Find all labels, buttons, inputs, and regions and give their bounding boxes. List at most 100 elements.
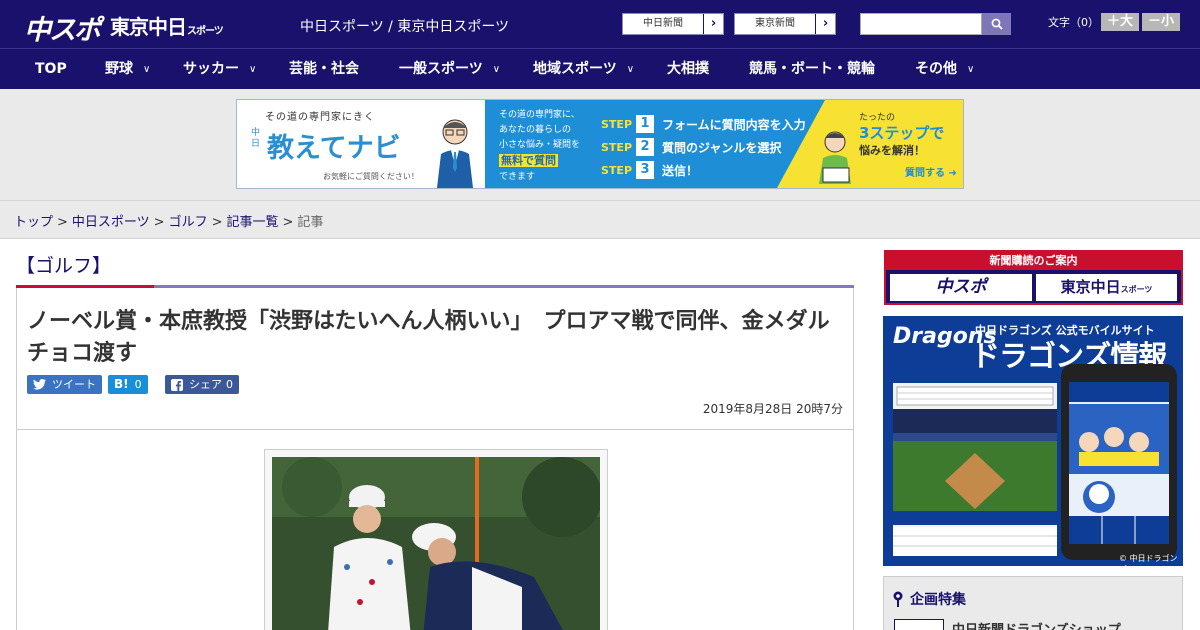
pin-icon xyxy=(893,591,903,607)
nav-label: 一般スポーツ xyxy=(399,61,483,77)
nav-label: 野球 xyxy=(105,61,133,77)
article-photo[interactable] xyxy=(272,457,600,630)
phone-screen xyxy=(1069,382,1169,544)
header-bar: 中スポ 東京中日スポーツ 中日スポーツ / 東京中日スポーツ 中日新聞 › 東京… xyxy=(0,0,1200,48)
chunichi-shimbun-button[interactable]: 中日新聞 › xyxy=(622,13,724,35)
dragons-info-ad[interactable]: Dragons 中日ドラゴンズ 公式モバイルサイト ドラゴンズ情報 © 中日ドラ… xyxy=(883,316,1183,566)
article-date: 2019年8月28日 20時7分 xyxy=(702,402,843,416)
nav-item-baseball[interactable]: 野球 ∨ xyxy=(105,49,150,89)
nav-item-sumo[interactable]: 大相撲 xyxy=(667,49,709,89)
expert-illustration-icon xyxy=(437,119,473,188)
nav-item-soccer[interactable]: サッカー ∨ xyxy=(183,49,256,89)
chevron-down-icon: ∨ xyxy=(626,64,635,75)
nav-item-general-sports[interactable]: 一般スポーツ ∨ xyxy=(399,49,500,89)
facebook-share-label: シェア xyxy=(189,378,222,391)
step-text: 質問のジャンルを選択 xyxy=(662,140,782,155)
hatena-bookmark-button[interactable]: B! 0 xyxy=(108,375,148,394)
oshiete-navi-ad[interactable]: その道の専門家にきく 中日 教えてナビ お気軽にご質問ください！ その道の専門家… xyxy=(236,99,964,189)
ad-brand-panel: その道の専門家にきく 中日 教えてナビ お気軽にご質問ください！ xyxy=(237,100,485,188)
chevron-down-icon: ∨ xyxy=(143,64,151,75)
nav-label: 地域スポーツ xyxy=(533,61,617,77)
feature-title: 企画特集 xyxy=(892,589,966,609)
nav-item-entertainment[interactable]: 芸能・社会 xyxy=(289,49,359,89)
font-size-label: 文字（0） xyxy=(1048,16,1099,29)
step-number: 3 xyxy=(636,161,655,179)
smartphone-illustration xyxy=(1061,364,1177,560)
tokyo-shimbun-button[interactable]: 東京新聞 › xyxy=(734,13,836,35)
tweet-button[interactable]: ツイート xyxy=(27,375,102,394)
nav-item-racing[interactable]: 競馬・ボート・競輪 xyxy=(749,49,875,89)
article-box: ノーベル賞・本庶教授「渋野はたいへん人柄いい」 プロアマ戦で同伴、金メダルチョコ… xyxy=(16,288,854,630)
ad-brand-small: 中日 xyxy=(251,128,261,149)
tokyo-chunichi-subscribe-text: 東京中日 xyxy=(1060,278,1121,296)
step-number: 1 xyxy=(636,115,655,133)
font-larger-button[interactable]: ＋大 xyxy=(1101,13,1139,31)
ad-note: お気軽にご質問ください！ xyxy=(323,172,419,181)
main-nav: TOP 野球 ∨ サッカー ∨ 芸能・社会 一般スポーツ ∨ 地域スポーツ ∨ 大相撲 … xyxy=(0,48,1200,89)
dragons-shop-thumbnail[interactable] xyxy=(894,619,944,630)
font-smaller-button[interactable]: －小 xyxy=(1142,13,1180,31)
article-headline: ノーベル賞・本庶教授「渋野はたいへん人柄いい」 プロアマ戦で同伴、金メダルチョコ… xyxy=(27,309,830,366)
nav-item-others[interactable]: その他 ∨ xyxy=(915,49,974,89)
feature-section: 企画特集 中日新聞ドラゴンズショップ xyxy=(883,576,1183,630)
article-photo-frame xyxy=(264,449,608,630)
ad-cta-line: 悩みを解消！ xyxy=(859,144,925,157)
ad-step-1: STEP 1 フォームに質問内容を入力 xyxy=(601,115,806,133)
chevron-right-icon: › xyxy=(703,14,723,34)
nav-item-regional-sports[interactable]: 地域スポーツ ∨ xyxy=(533,49,634,89)
step-text: 送信！ xyxy=(662,163,699,178)
breadcrumb-current: 記事 xyxy=(297,215,324,230)
feature-title-text: 企画特集 xyxy=(910,592,966,608)
dragons-shop-link[interactable]: 中日新聞ドラゴンズショップ xyxy=(952,619,1121,630)
tokyo-shimbun-label: 東京新聞 xyxy=(755,18,795,29)
facebook-share-button[interactable]: シェア 0 xyxy=(165,375,239,394)
twitter-bird-icon xyxy=(33,379,46,390)
ad-desc-highlight: 無料で質問 xyxy=(499,154,558,167)
dragons-copyright: © 中日ドラゴンズ xyxy=(1119,554,1178,566)
step-number: 2 xyxy=(636,138,655,156)
breadcrumb-chunichi-link[interactable]: 中日スポーツ xyxy=(72,215,150,230)
subscription-title: 新聞購読のご案内 xyxy=(886,252,1181,270)
article-divider xyxy=(17,429,853,430)
chevron-down-icon: ∨ xyxy=(249,64,257,75)
ad-cta-headline: 3ステップで xyxy=(859,124,945,142)
nav-label: TOP xyxy=(35,61,67,77)
nav-label: 大相撲 xyxy=(667,61,709,77)
tokyo-chunichi-logo[interactable]: 東京中日スポーツ xyxy=(110,11,224,40)
ad-desc-line: 小さな悩み・疑問を xyxy=(499,140,581,150)
subscription-banner: 新聞購読のご案内 中スポ 東京中日スポーツ xyxy=(884,250,1183,305)
breadcrumb-top-link[interactable]: トップ xyxy=(14,215,53,230)
search-input[interactable] xyxy=(860,13,982,35)
facebook-icon xyxy=(171,378,183,391)
facebook-share-count: 0 xyxy=(226,378,233,391)
chuspo-logo[interactable]: 中スポ xyxy=(24,8,101,47)
ad-step-2: STEP 2 質問のジャンルを選択 xyxy=(601,138,781,156)
nav-label: その他 xyxy=(915,61,957,77)
breadcrumb-article-list-link[interactable]: 記事一覧 xyxy=(227,215,279,230)
article-category: 【ゴルフ】 xyxy=(16,255,112,277)
nav-item-top[interactable]: TOP xyxy=(35,49,67,89)
tokyo-chunichi-subscribe-link[interactable]: 東京中日スポーツ xyxy=(1036,274,1177,301)
ad-description: その道の専門家に、 あなたの暮らしの 小さな悩み・疑問を 無料で質問 できます xyxy=(499,108,580,185)
ad-question-link[interactable]: 質問する ➜ xyxy=(905,164,957,179)
ad-brand: 教えてナビ xyxy=(267,133,401,164)
step-label: STEP xyxy=(601,117,633,131)
ad-desc-line: あなたの暮らしの xyxy=(499,125,572,135)
ad-step-3: STEP 3 送信！ xyxy=(601,161,698,179)
chevron-down-icon: ∨ xyxy=(492,64,501,75)
chuspo-subscribe-link[interactable]: 中スポ xyxy=(890,274,1032,301)
main-content: 【ゴルフ】 ノーベル賞・本庶教授「渋野はたいへん人柄いい」 プロアマ戦で同伴、金… xyxy=(0,239,1200,630)
tokyo-chunichi-logo-small: スポーツ xyxy=(187,26,224,37)
search-button[interactable] xyxy=(982,13,1011,35)
step-label: STEP xyxy=(601,140,633,154)
nav-label: 競馬・ボート・競輪 xyxy=(749,61,875,77)
step-label: STEP xyxy=(601,163,633,177)
breadcrumb-golf-link[interactable]: ゴルフ xyxy=(169,215,208,230)
tokyo-chunichi-subscribe-small: スポーツ xyxy=(1120,285,1153,294)
nav-label: 芸能・社会 xyxy=(289,61,359,77)
phone-screen-illustration xyxy=(1069,382,1169,544)
ad-tagline: その道の専門家にきく xyxy=(265,112,375,123)
ad-cta-panel: たったの 3ステップで 悩みを解消！ 質問する ➜ xyxy=(819,100,963,188)
user-illustration-icon xyxy=(819,131,851,184)
nav-label: サッカー xyxy=(183,61,239,77)
